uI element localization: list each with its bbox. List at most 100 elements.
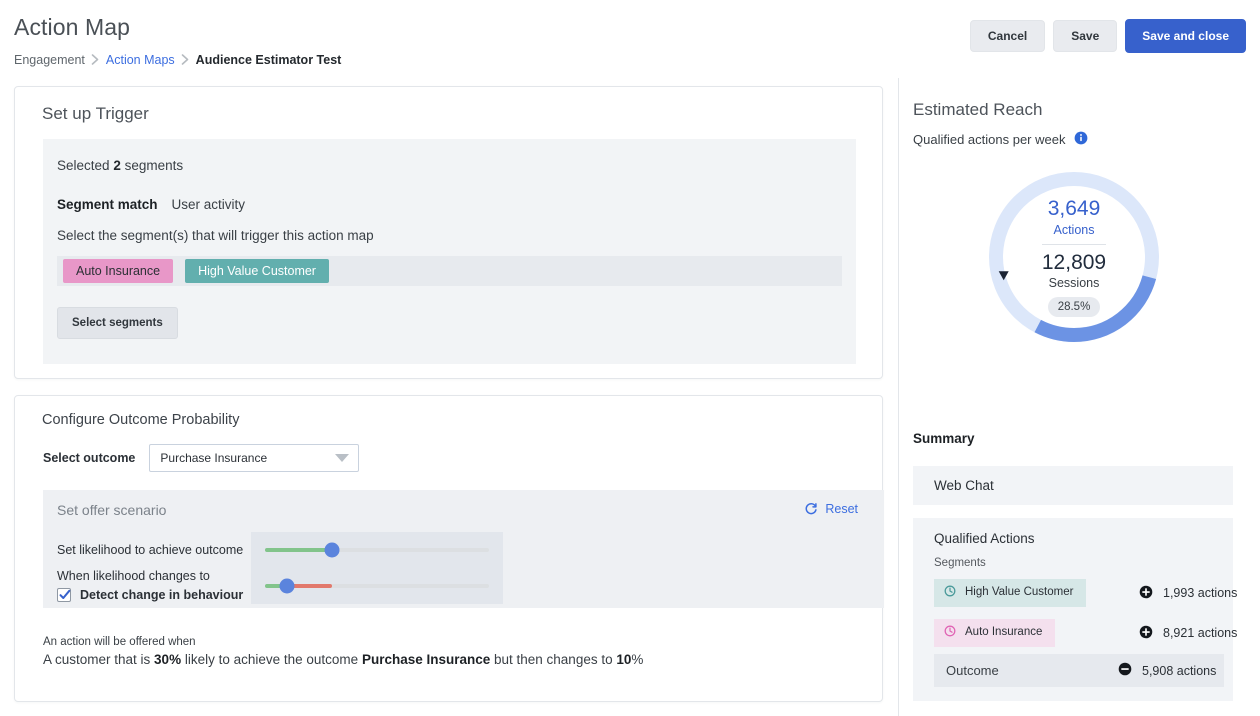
- qualified-actions-title: Qualified Actions: [934, 531, 1035, 546]
- note-pct1: 30%: [154, 652, 182, 667]
- note-outcome-name: Purchase Insurance: [361, 652, 491, 667]
- offer-scenario-panel: Set offer scenario Reset Set likelihood …: [43, 490, 884, 608]
- breadcrumb-item-action-maps[interactable]: Action Maps: [106, 53, 175, 67]
- note-part-b: likely to achieve the outcome: [181, 652, 362, 667]
- change-slider-label-line1: When likelihood changes to: [57, 569, 210, 584]
- segment-clock-icon: [944, 625, 956, 641]
- select-outcome-dropdown[interactable]: Purchase Insurance: [149, 444, 360, 472]
- summary-segment-row: Auto Insurance 8,921 actions: [934, 619, 1237, 647]
- segment-select-hint: Select the segment(s) that will trigger …: [57, 228, 374, 243]
- offer-scenario-title: Set offer scenario: [57, 502, 167, 518]
- change-slider[interactable]: [251, 568, 503, 604]
- offer-note-line1: An action will be offered when: [43, 636, 196, 648]
- detect-change-checkbox[interactable]: [57, 588, 71, 603]
- summary-outcome-label: Outcome: [946, 663, 999, 678]
- selected-suffix: segments: [124, 158, 184, 173]
- donut-sessions-value: 12,809: [1041, 250, 1107, 274]
- segments-sublabel: Segments: [934, 557, 986, 569]
- slider-track: [265, 542, 489, 558]
- breadcrumb-current: Audience Estimator Test: [195, 53, 342, 67]
- select-outcome-row: Select outcome Purchase Insurance: [43, 444, 360, 472]
- slider-knob[interactable]: [279, 578, 295, 594]
- donut-divider: [1042, 243, 1106, 245]
- outcome-card-title: Configure Outcome Probability: [42, 412, 240, 428]
- trigger-panel: Selected 2 segments Segment match User a…: [43, 139, 856, 364]
- note-part-c: but then changes to: [490, 652, 617, 667]
- chevron-right-icon: [91, 53, 100, 65]
- summary-channel-row: Web Chat: [913, 466, 1233, 505]
- qualified-actions-box: Qualified Actions Segments High Value Cu…: [913, 518, 1237, 701]
- summary-segment-actions: 8,921 actions: [1163, 626, 1238, 640]
- donut-center-labels: 3,649 Actions 12,809 Sessions 28.5%: [978, 161, 1170, 353]
- reach-donut-chart: 3,649 Actions 12,809 Sessions 28.5%: [978, 161, 1170, 353]
- select-outcome-value: Purchase Insurance: [160, 451, 268, 465]
- summary-outcome-value: 5,908 actions: [1118, 662, 1216, 679]
- selected-count-value: 2: [113, 158, 121, 173]
- segment-chip-high-value-customer[interactable]: High Value Customer: [185, 258, 329, 284]
- app-root: Action Map Engagement Action Maps Audien…: [0, 0, 1260, 716]
- page-title: Action Map: [14, 14, 131, 40]
- info-icon[interactable]: [1074, 131, 1088, 148]
- summary-outcome-row: Outcome 5,908 actions: [934, 654, 1224, 687]
- plus-circle-icon: [1139, 625, 1153, 642]
- header-actions: Cancel Save Save and close: [969, 19, 1246, 53]
- breadcrumb-item-engagement[interactable]: Engagement: [14, 53, 85, 67]
- segment-chip-auto-insurance[interactable]: Auto Insurance: [63, 258, 174, 284]
- reset-button[interactable]: Reset: [804, 502, 858, 516]
- summary-channel-label: Web Chat: [934, 478, 994, 493]
- estimated-reach-panel: Estimated Reach Qualified actions per we…: [898, 78, 1260, 716]
- summary-title: Summary: [913, 431, 975, 446]
- slider-track: [265, 578, 489, 594]
- detect-change-checkbox-row[interactable]: Detect change in behaviour: [57, 587, 251, 604]
- save-and-close-button[interactable]: Save and close: [1125, 19, 1246, 53]
- qualified-actions-subtitle: Qualified actions per week: [913, 131, 1088, 148]
- summary-segment-row: High Value Customer 1,993 actions: [934, 579, 1237, 607]
- offer-note-line2: A customer that is 30% likely to achieve…: [43, 652, 863, 667]
- page-header: Action Map Engagement Action Maps Audien…: [0, 0, 1260, 78]
- note-part-a: A customer that is: [43, 652, 155, 667]
- note-part-d: %: [631, 652, 644, 667]
- summary-outcome-actions: 5,908 actions: [1142, 663, 1217, 678]
- summary-chip-label: Auto Insurance: [965, 626, 1043, 639]
- donut-actions-value: 3,649: [1047, 197, 1101, 221]
- segment-clock-icon: [944, 585, 956, 601]
- donut-percent-badge: 28.5%: [1047, 296, 1101, 317]
- refresh-icon: [804, 502, 818, 516]
- tab-segment-match[interactable]: Segment match: [57, 197, 158, 221]
- trigger-card-title: Set up Trigger: [42, 104, 149, 123]
- minus-circle-icon: [1118, 662, 1132, 679]
- change-slider-row: When likelihood changes to Detect change…: [57, 568, 503, 604]
- slider-knob[interactable]: [324, 542, 340, 558]
- donut-actions-label: Actions: [1053, 222, 1095, 237]
- summary-segment-value: 8,921 actions: [1139, 625, 1237, 642]
- summary-chip-label: High Value Customer: [965, 586, 1074, 599]
- cancel-button[interactable]: Cancel: [969, 20, 1046, 52]
- summary-segment-actions: 1,993 actions: [1163, 586, 1238, 600]
- trigger-tabs: Segment match User activity: [57, 197, 247, 279]
- note-pct2: 10: [616, 652, 632, 667]
- change-slider-label: When likelihood changes to Detect change…: [57, 568, 251, 603]
- likelihood-slider-row: Set likelihood to achieve outcome: [57, 532, 503, 568]
- likelihood-slider[interactable]: [251, 532, 503, 568]
- selected-prefix: Selected: [57, 158, 110, 173]
- plus-circle-icon: [1139, 585, 1153, 602]
- select-outcome-label: Select outcome: [43, 451, 136, 465]
- selected-segments-count: Selected 2 segments: [57, 158, 183, 173]
- summary-chip-auto-insurance[interactable]: Auto Insurance: [934, 619, 1056, 647]
- breadcrumb: Engagement Action Maps Audience Estimato…: [14, 53, 341, 67]
- configure-outcome-probability-card: Configure Outcome Probability Select out…: [14, 395, 884, 702]
- chevron-down-icon: [335, 454, 350, 462]
- tab-user-activity[interactable]: User activity: [172, 197, 246, 221]
- reset-label: Reset: [825, 502, 858, 516]
- offer-note: An action will be offered when A custome…: [43, 636, 863, 667]
- detect-change-label: Detect change in behaviour: [80, 588, 244, 602]
- chevron-right-icon: [181, 53, 190, 65]
- summary-segment-value: 1,993 actions: [1139, 585, 1237, 602]
- select-segments-button[interactable]: Select segments: [57, 307, 178, 339]
- summary-chip-high-value-customer[interactable]: High Value Customer: [934, 579, 1087, 607]
- set-up-trigger-card: Set up Trigger Selected 2 segments Segme…: [14, 86, 883, 379]
- donut-sessions-label: Sessions: [1048, 275, 1100, 290]
- estimated-reach-title: Estimated Reach: [913, 100, 1043, 119]
- save-button[interactable]: Save: [1053, 20, 1118, 52]
- slider-fill-green: [265, 548, 333, 552]
